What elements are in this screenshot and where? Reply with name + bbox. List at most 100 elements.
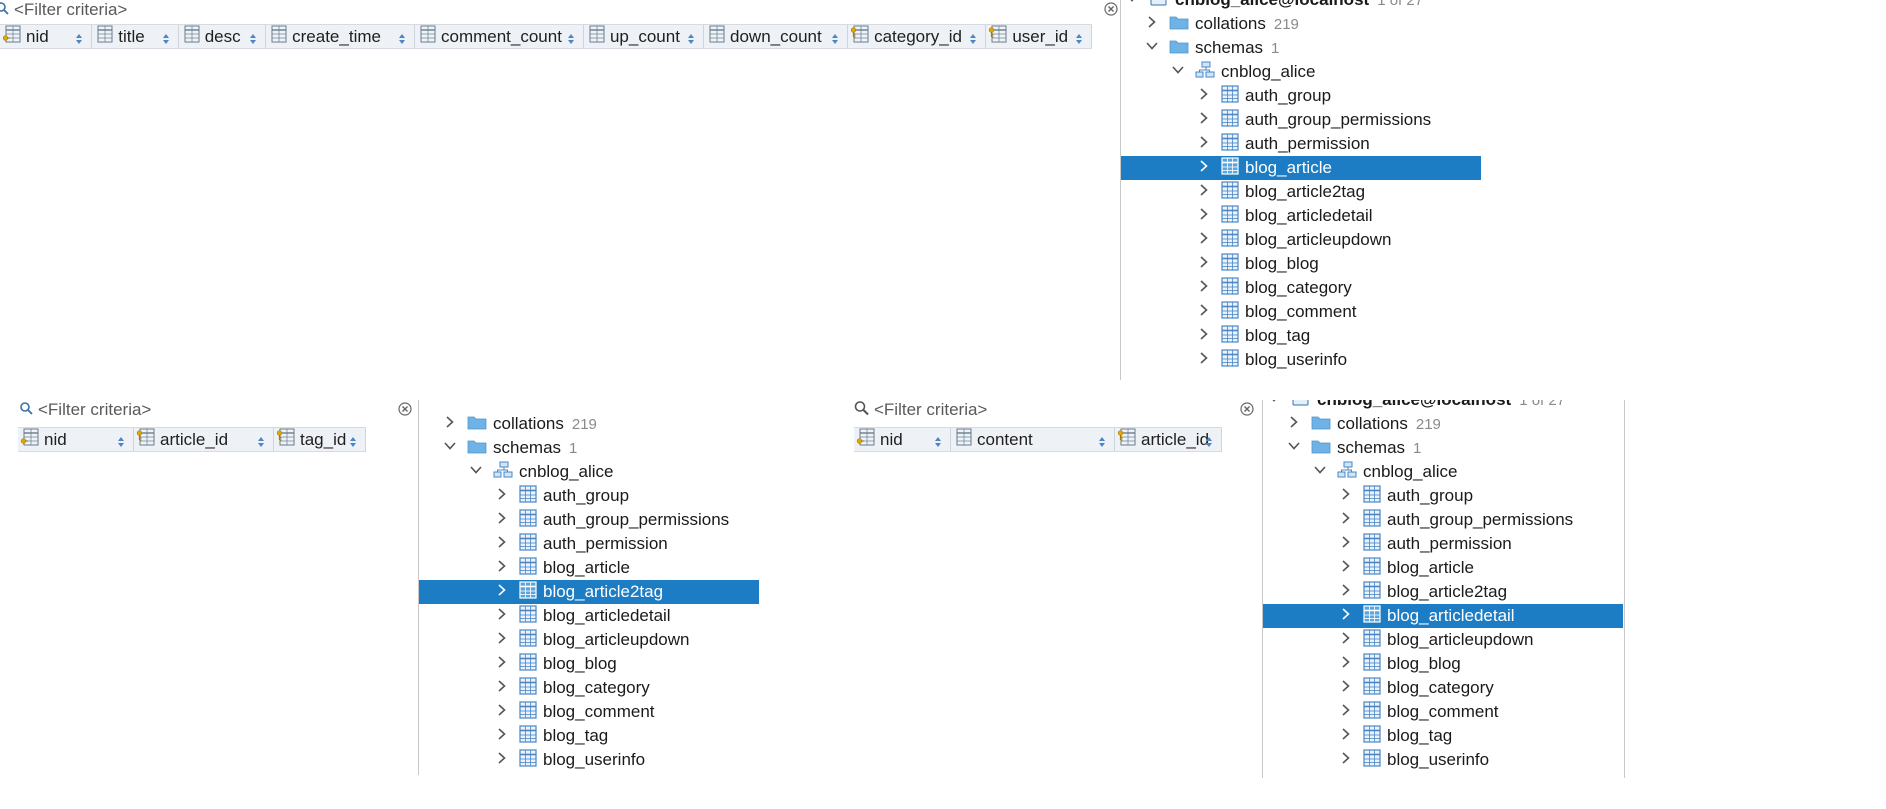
filter-input[interactable]: <Filter criteria> [874, 400, 987, 420]
tree-item-table-auth-group-permissions[interactable]: auth_group_permissions [1121, 108, 1481, 132]
chevron-right-icon[interactable] [1339, 558, 1353, 578]
tree-item-table-blog-comment[interactable]: blog_comment [1121, 300, 1481, 324]
sort-arrows-icon[interactable] [567, 30, 575, 50]
chevron-right-icon[interactable] [1287, 414, 1301, 434]
chevron-right-icon[interactable] [1339, 486, 1353, 506]
filter-search-icon[interactable] [20, 400, 34, 420]
tree-item-table-auth-group[interactable]: auth_group [1121, 84, 1481, 108]
tree-item-table-blog-userinfo[interactable]: blog_userinfo [419, 748, 759, 772]
tree-item-schemas[interactable]: schemas 1 [1263, 436, 1623, 460]
sort-arrows-icon[interactable] [831, 30, 839, 50]
chevron-right-icon[interactable] [1197, 86, 1211, 106]
chevron-right-icon[interactable] [495, 702, 509, 722]
tree-item-table-blog-userinfo[interactable]: blog_userinfo [1121, 348, 1481, 372]
chevron-right-icon[interactable] [1197, 326, 1211, 346]
tree-item-schemas[interactable]: schemas 1 [419, 436, 759, 460]
chevron-right-icon[interactable] [495, 534, 509, 554]
column-header-comment-count[interactable]: comment_count [415, 25, 584, 48]
chevron-down-icon[interactable] [443, 438, 457, 458]
sort-arrows-icon[interactable] [969, 30, 977, 50]
column-header-nid[interactable]: nid [854, 428, 951, 451]
tree-item-schema[interactable]: cnblog_alice [419, 460, 759, 484]
chevron-right-icon[interactable] [1197, 134, 1211, 154]
filter-input[interactable]: <Filter criteria> [38, 400, 151, 420]
column-header-article-id[interactable]: article_id [134, 428, 274, 451]
chevron-down-icon[interactable] [1313, 462, 1327, 482]
tree-item-table-blog-blog[interactable]: blog_blog [1121, 252, 1481, 276]
filter-input[interactable]: <Filter criteria> [14, 0, 127, 20]
tree-item-table-blog-category[interactable]: blog_category [419, 676, 759, 700]
chevron-right-icon[interactable] [1197, 350, 1211, 370]
tree-item-schema[interactable]: cnblog_alice [1121, 60, 1481, 84]
chevron-right-icon[interactable] [495, 654, 509, 674]
tree-item-collations[interactable]: collations 219 [1263, 412, 1623, 436]
tree-item-table-blog-article[interactable]: blog_article [1263, 556, 1623, 580]
chevron-right-icon[interactable] [1339, 630, 1353, 650]
chevron-down-icon[interactable] [469, 462, 483, 482]
tree-item-table-blog-blog[interactable]: blog_blog [1263, 652, 1623, 676]
sort-arrows-icon[interactable] [1075, 30, 1083, 50]
tree-item-table-blog-category[interactable]: blog_category [1263, 676, 1623, 700]
column-header-tag-id[interactable]: tag_id [274, 428, 366, 451]
column-header-category-id[interactable]: category_id [848, 25, 987, 50]
tree-item-table-blog-article[interactable]: blog_article [1121, 156, 1481, 180]
chevron-right-icon[interactable] [495, 678, 509, 698]
filter-search-icon[interactable] [0, 0, 10, 20]
chevron-down-icon[interactable] [1267, 400, 1281, 410]
sort-arrows-icon[interactable] [75, 30, 83, 50]
chevron-down-icon[interactable] [1125, 0, 1139, 10]
tree-root[interactable]: cnblog_alice@localhost 1 of 27 [1263, 400, 1623, 412]
chevron-right-icon[interactable] [495, 558, 509, 578]
chevron-right-icon[interactable] [495, 486, 509, 506]
sort-arrows-icon[interactable] [934, 433, 942, 453]
tree-item-table-blog-tag[interactable]: blog_tag [1121, 324, 1481, 348]
chevron-right-icon[interactable] [1197, 254, 1211, 274]
chevron-right-icon[interactable] [1197, 302, 1211, 322]
chevron-right-icon[interactable] [443, 414, 457, 434]
tree-item-table-blog-articledetail[interactable]: blog_articledetail [1263, 604, 1623, 628]
chevron-down-icon[interactable] [1145, 38, 1159, 58]
sort-arrows-icon[interactable] [398, 30, 406, 50]
sort-arrows-icon[interactable] [117, 433, 125, 453]
tree-item-table-blog-article2tag[interactable]: blog_article2tag [419, 580, 759, 604]
column-header-desc[interactable]: desc [179, 25, 267, 48]
chevron-right-icon[interactable] [1339, 534, 1353, 554]
chevron-right-icon[interactable] [1197, 206, 1211, 226]
tree-item-schema[interactable]: cnblog_alice [1263, 460, 1623, 484]
tree-item-table-blog-tag[interactable]: blog_tag [419, 724, 759, 748]
chevron-right-icon[interactable] [1145, 14, 1159, 34]
column-header-content[interactable]: content [951, 428, 1115, 451]
tree-item-table-blog-articledetail[interactable]: blog_articledetail [419, 604, 759, 628]
tree-root[interactable]: cnblog_alice@localhost 1 of 27 [1121, 0, 1481, 12]
tree-item-table-blog-article[interactable]: blog_article [419, 556, 759, 580]
tree-item-table-blog-articleupdown[interactable]: blog_articleupdown [1263, 628, 1623, 652]
sort-arrows-icon[interactable] [1205, 433, 1213, 453]
column-header-up-count[interactable]: up_count [584, 25, 705, 48]
chevron-down-icon[interactable] [1171, 62, 1185, 82]
chevron-right-icon[interactable] [1197, 182, 1211, 202]
tree-item-table-blog-blog[interactable]: blog_blog [419, 652, 759, 676]
clear-filter-icon[interactable] [1104, 1, 1118, 21]
tree-item-table-auth-permission[interactable]: auth_permission [1263, 532, 1623, 556]
tree-item-table-auth-group[interactable]: auth_group [419, 484, 759, 508]
tree-item-table-auth-group[interactable]: auth_group [1263, 484, 1623, 508]
sort-arrows-icon[interactable] [257, 433, 265, 453]
chevron-right-icon[interactable] [495, 582, 509, 602]
tree-item-table-auth-group-permissions[interactable]: auth_group_permissions [1263, 508, 1623, 532]
chevron-right-icon[interactable] [1339, 750, 1353, 770]
chevron-right-icon[interactable] [1339, 654, 1353, 674]
chevron-right-icon[interactable] [495, 630, 509, 650]
column-header-nid[interactable]: nid [0, 25, 93, 50]
chevron-right-icon[interactable] [1339, 606, 1353, 626]
tree-item-table-auth-permission[interactable]: auth_permission [1121, 132, 1481, 156]
chevron-right-icon[interactable] [1197, 110, 1211, 130]
clear-filter-icon[interactable] [398, 401, 412, 421]
sort-arrows-icon[interactable] [1098, 433, 1106, 453]
sort-arrows-icon[interactable] [162, 30, 170, 50]
filter-search-icon[interactable] [854, 400, 870, 421]
chevron-right-icon[interactable] [495, 606, 509, 626]
tree-item-collations[interactable]: collations 219 [1121, 12, 1481, 36]
tree-item-table-blog-article2tag[interactable]: blog_article2tag [1121, 180, 1481, 204]
chevron-right-icon[interactable] [1339, 678, 1353, 698]
chevron-right-icon[interactable] [1197, 278, 1211, 298]
